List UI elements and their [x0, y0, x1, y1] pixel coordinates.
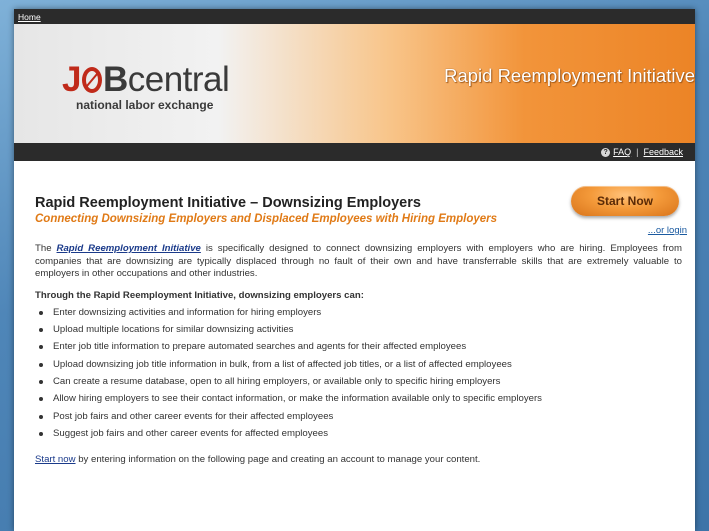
list-item: Can create a resume database, open to al…	[39, 376, 685, 388]
list-item: Post job fairs and other career events f…	[39, 411, 685, 423]
intro-paragraph: The Rapid Reemployment Initiative is spe…	[35, 243, 682, 281]
util-separator: |	[636, 147, 639, 157]
capabilities-list: Enter downsizing activities and informat…	[35, 307, 685, 441]
footer-instruction: Start now by entering information on the…	[35, 454, 685, 465]
logo-wordmark: J Bcentral	[62, 60, 230, 99]
top-nav-bar: Home	[14, 9, 695, 24]
list-item: Allow hiring employers to see their cont…	[39, 393, 685, 405]
faq-link[interactable]: FAQ	[613, 147, 631, 157]
logo-rest: central	[127, 60, 230, 99]
help-icon: ?	[601, 147, 611, 157]
list-item: Upload multiple locations for similar do…	[39, 324, 685, 336]
list-item: Suggest job fairs and other career event…	[39, 428, 685, 440]
footer-text: by entering information on the following…	[75, 454, 481, 466]
jobcentral-logo[interactable]: J Bcentral national labor exchange	[62, 60, 230, 112]
home-link[interactable]: Home	[18, 12, 41, 22]
list-item: Enter downsizing activities and informat…	[39, 307, 685, 319]
site-header: J Bcentral national labor exchange Rapid …	[14, 24, 695, 143]
rri-link[interactable]: Rapid Reemployment Initiative	[57, 243, 201, 254]
logo-tagline: national labor exchange	[76, 98, 214, 112]
list-item: Upload downsizing job title information …	[39, 359, 685, 371]
browser-page: Home J Bcentral national labor exchange R…	[14, 9, 695, 531]
logo-letter-j: J	[62, 60, 81, 99]
header-title: Rapid Reemployment Initiative	[444, 65, 695, 86]
login-link[interactable]: ...or login	[648, 225, 687, 236]
start-now-button[interactable]: Start Now	[571, 186, 679, 216]
utility-bar: ? FAQ | Feedback	[14, 143, 695, 161]
list-item: Enter job title information to prepare a…	[39, 341, 685, 353]
feedback-link[interactable]: Feedback	[643, 147, 683, 157]
logo-letter-b: B	[102, 60, 128, 99]
main-content: Rapid Reemployment Initiative – Downsizi…	[14, 161, 695, 465]
logo-o-icon	[81, 67, 102, 93]
capabilities-heading: Through the Rapid Reemployment Initiativ…	[35, 289, 364, 301]
intro-prefix: The	[35, 243, 57, 254]
start-now-link[interactable]: Start now	[35, 454, 76, 465]
